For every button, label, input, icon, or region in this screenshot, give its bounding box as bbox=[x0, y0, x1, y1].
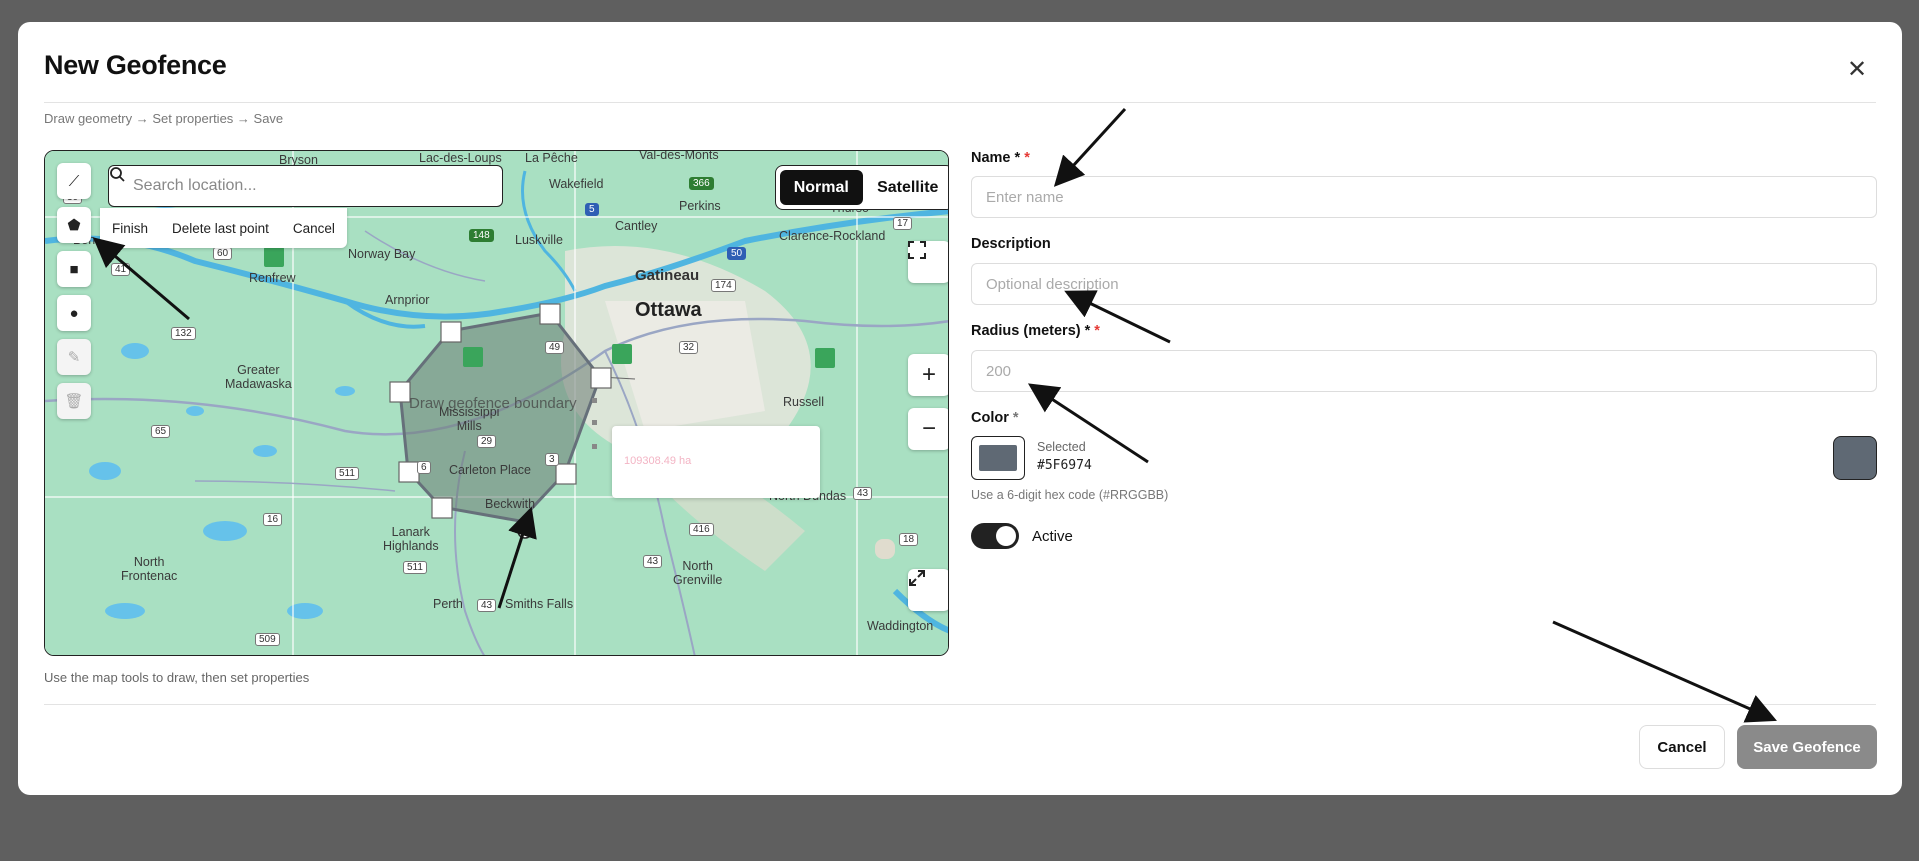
road-shield: 509 bbox=[255, 633, 280, 646]
place-label: Perth bbox=[433, 597, 463, 611]
road-shield: 132 bbox=[171, 327, 196, 340]
draw-toolbar: ⟋ ⬟ ■ ● ✎ 🗑 bbox=[57, 163, 91, 419]
search-placeholder: Search location... bbox=[133, 177, 257, 194]
rectangle-tool-icon[interactable]: ■ bbox=[57, 251, 91, 287]
road-shield: 43 bbox=[643, 555, 663, 568]
place-label: Waddington bbox=[867, 619, 934, 633]
road-shield: 65 bbox=[151, 425, 171, 438]
place-label: Val-des-Monts bbox=[639, 150, 719, 162]
delete-last-point-button[interactable]: Delete last point bbox=[160, 221, 281, 236]
toggle-knob bbox=[996, 526, 1016, 546]
color-preview bbox=[979, 445, 1017, 471]
place-label: Ottawa bbox=[635, 299, 702, 321]
road-shield: 174 bbox=[711, 279, 736, 292]
color-help-text: Use a 6-digit hex code (#RRGGBB) bbox=[971, 488, 1169, 502]
steps-breadcrumb: Draw geometry → Set properties → Save bbox=[44, 114, 284, 126]
draw-actions-bar: Finish Delete last point Cancel bbox=[100, 208, 347, 248]
road-shield: 416 bbox=[689, 523, 714, 536]
place-label: North Frontenac bbox=[121, 555, 178, 583]
road-shield: 32 bbox=[679, 341, 699, 354]
place-label: Carleton Place bbox=[449, 463, 531, 477]
place-label: Clarence-Rockland bbox=[779, 229, 886, 243]
road-shield: 511 bbox=[335, 467, 359, 480]
road-shield: 50 bbox=[727, 247, 747, 260]
road-shield: 5 bbox=[585, 203, 599, 216]
expand-icon[interactable] bbox=[908, 569, 948, 611]
fullscreen-icon[interactable] bbox=[908, 241, 948, 283]
draw-hint: Draw geofence boundary bbox=[409, 395, 577, 412]
road-shield: 17 bbox=[893, 217, 913, 230]
road-shield: 366 bbox=[689, 177, 714, 190]
edit-icon[interactable]: ✎ bbox=[57, 339, 91, 375]
radius-field[interactable]: 200 bbox=[971, 350, 1877, 392]
polygon-tool-icon[interactable]: ⬟ bbox=[57, 207, 91, 243]
search-location-input[interactable]: Search location... bbox=[108, 165, 503, 207]
color-swatch[interactable] bbox=[1833, 436, 1877, 480]
header-divider bbox=[44, 102, 1876, 103]
place-label: Arnprior bbox=[385, 293, 430, 307]
road-shield: 60 bbox=[213, 247, 233, 260]
place-label: Russell bbox=[783, 395, 824, 409]
place-label: Wakefield bbox=[549, 177, 604, 191]
new-geofence-modal: New Geofence ✕ Draw geometry → Set prope… bbox=[18, 22, 1902, 795]
description-placeholder: Optional description bbox=[986, 275, 1119, 293]
radius-label: Radius (meters) * * bbox=[971, 323, 1100, 339]
road-shield: 29 bbox=[477, 435, 497, 448]
color-selected-label: Selected bbox=[1037, 440, 1086, 454]
place-label: North Grenville bbox=[673, 559, 723, 587]
circle-tool-icon[interactable]: ● bbox=[57, 295, 91, 331]
save-geofence-button[interactable]: Save Geofence bbox=[1737, 725, 1877, 769]
footer-divider bbox=[44, 704, 1876, 705]
line-tool-icon[interactable]: ⟋ bbox=[57, 163, 91, 199]
trash-icon[interactable]: 🗑 bbox=[57, 383, 91, 419]
place-label: Greater Madawaska bbox=[225, 363, 292, 391]
color-label: Color * bbox=[971, 410, 1019, 426]
road-shield: 18 bbox=[899, 533, 919, 546]
road-shield: 43 bbox=[853, 487, 873, 500]
description-label: Description bbox=[971, 236, 1051, 252]
finish-button[interactable]: Finish bbox=[100, 221, 160, 236]
radius-placeholder: 200 bbox=[986, 362, 1012, 380]
road-shield: 3 bbox=[545, 453, 559, 466]
color-hex-value: #5F6974 bbox=[1037, 458, 1092, 473]
area-label: 109308.49 ha bbox=[624, 455, 692, 467]
place-label: Smiths Falls bbox=[505, 597, 574, 611]
cancel-button[interactable]: Cancel bbox=[1639, 725, 1725, 769]
road-shield: 43 bbox=[477, 599, 497, 612]
description-field[interactable]: Optional description bbox=[971, 263, 1877, 305]
place-label: Beckwith bbox=[485, 497, 536, 511]
place-label: La Pêche bbox=[525, 151, 578, 165]
road-shield: 511 bbox=[403, 561, 427, 574]
plus-icon[interactable]: + bbox=[908, 354, 948, 396]
cancel-draw-button[interactable]: Cancel bbox=[281, 221, 347, 236]
color-picker-button[interactable] bbox=[971, 436, 1025, 480]
road-shield: 49 bbox=[545, 341, 565, 354]
name-placeholder: Enter name bbox=[986, 188, 1064, 206]
place-label: Luskville bbox=[515, 233, 563, 247]
road-shield: 41 bbox=[111, 263, 131, 276]
place-label: Perkins bbox=[679, 199, 721, 213]
place-label: Cantley bbox=[615, 219, 658, 233]
area-popup: 109308.49 ha bbox=[612, 426, 820, 498]
basemap-satellite-button[interactable]: Satellite bbox=[867, 170, 949, 205]
place-label: Norway Bay bbox=[348, 247, 416, 261]
basemap-normal-button[interactable]: Normal bbox=[780, 170, 863, 205]
name-label: Name * * bbox=[971, 150, 1030, 166]
place-label: Gatineau bbox=[635, 267, 700, 284]
active-label: Active bbox=[1032, 528, 1073, 545]
road-shield: 6 bbox=[417, 461, 431, 474]
modal-title: New Geofence bbox=[44, 50, 227, 80]
active-toggle[interactable] bbox=[971, 523, 1019, 549]
place-label: Lanark Highlands bbox=[383, 525, 439, 553]
place-label: Renfrew bbox=[249, 271, 296, 285]
place-label: Lac-des-Loups bbox=[419, 151, 502, 165]
name-field[interactable]: Enter name bbox=[971, 176, 1877, 218]
road-shield: 16 bbox=[263, 513, 283, 526]
map-help-text: Use the map tools to draw, then set prop… bbox=[44, 670, 310, 685]
basemap-toggle: Normal Satellite bbox=[775, 165, 949, 210]
minus-icon[interactable]: − bbox=[908, 408, 948, 450]
map-container[interactable]: Bryson Lac-des-Loups La Pêche Val-des-Mo… bbox=[44, 150, 949, 656]
close-icon[interactable]: ✕ bbox=[1844, 56, 1870, 83]
road-shield: 148 bbox=[469, 229, 494, 242]
